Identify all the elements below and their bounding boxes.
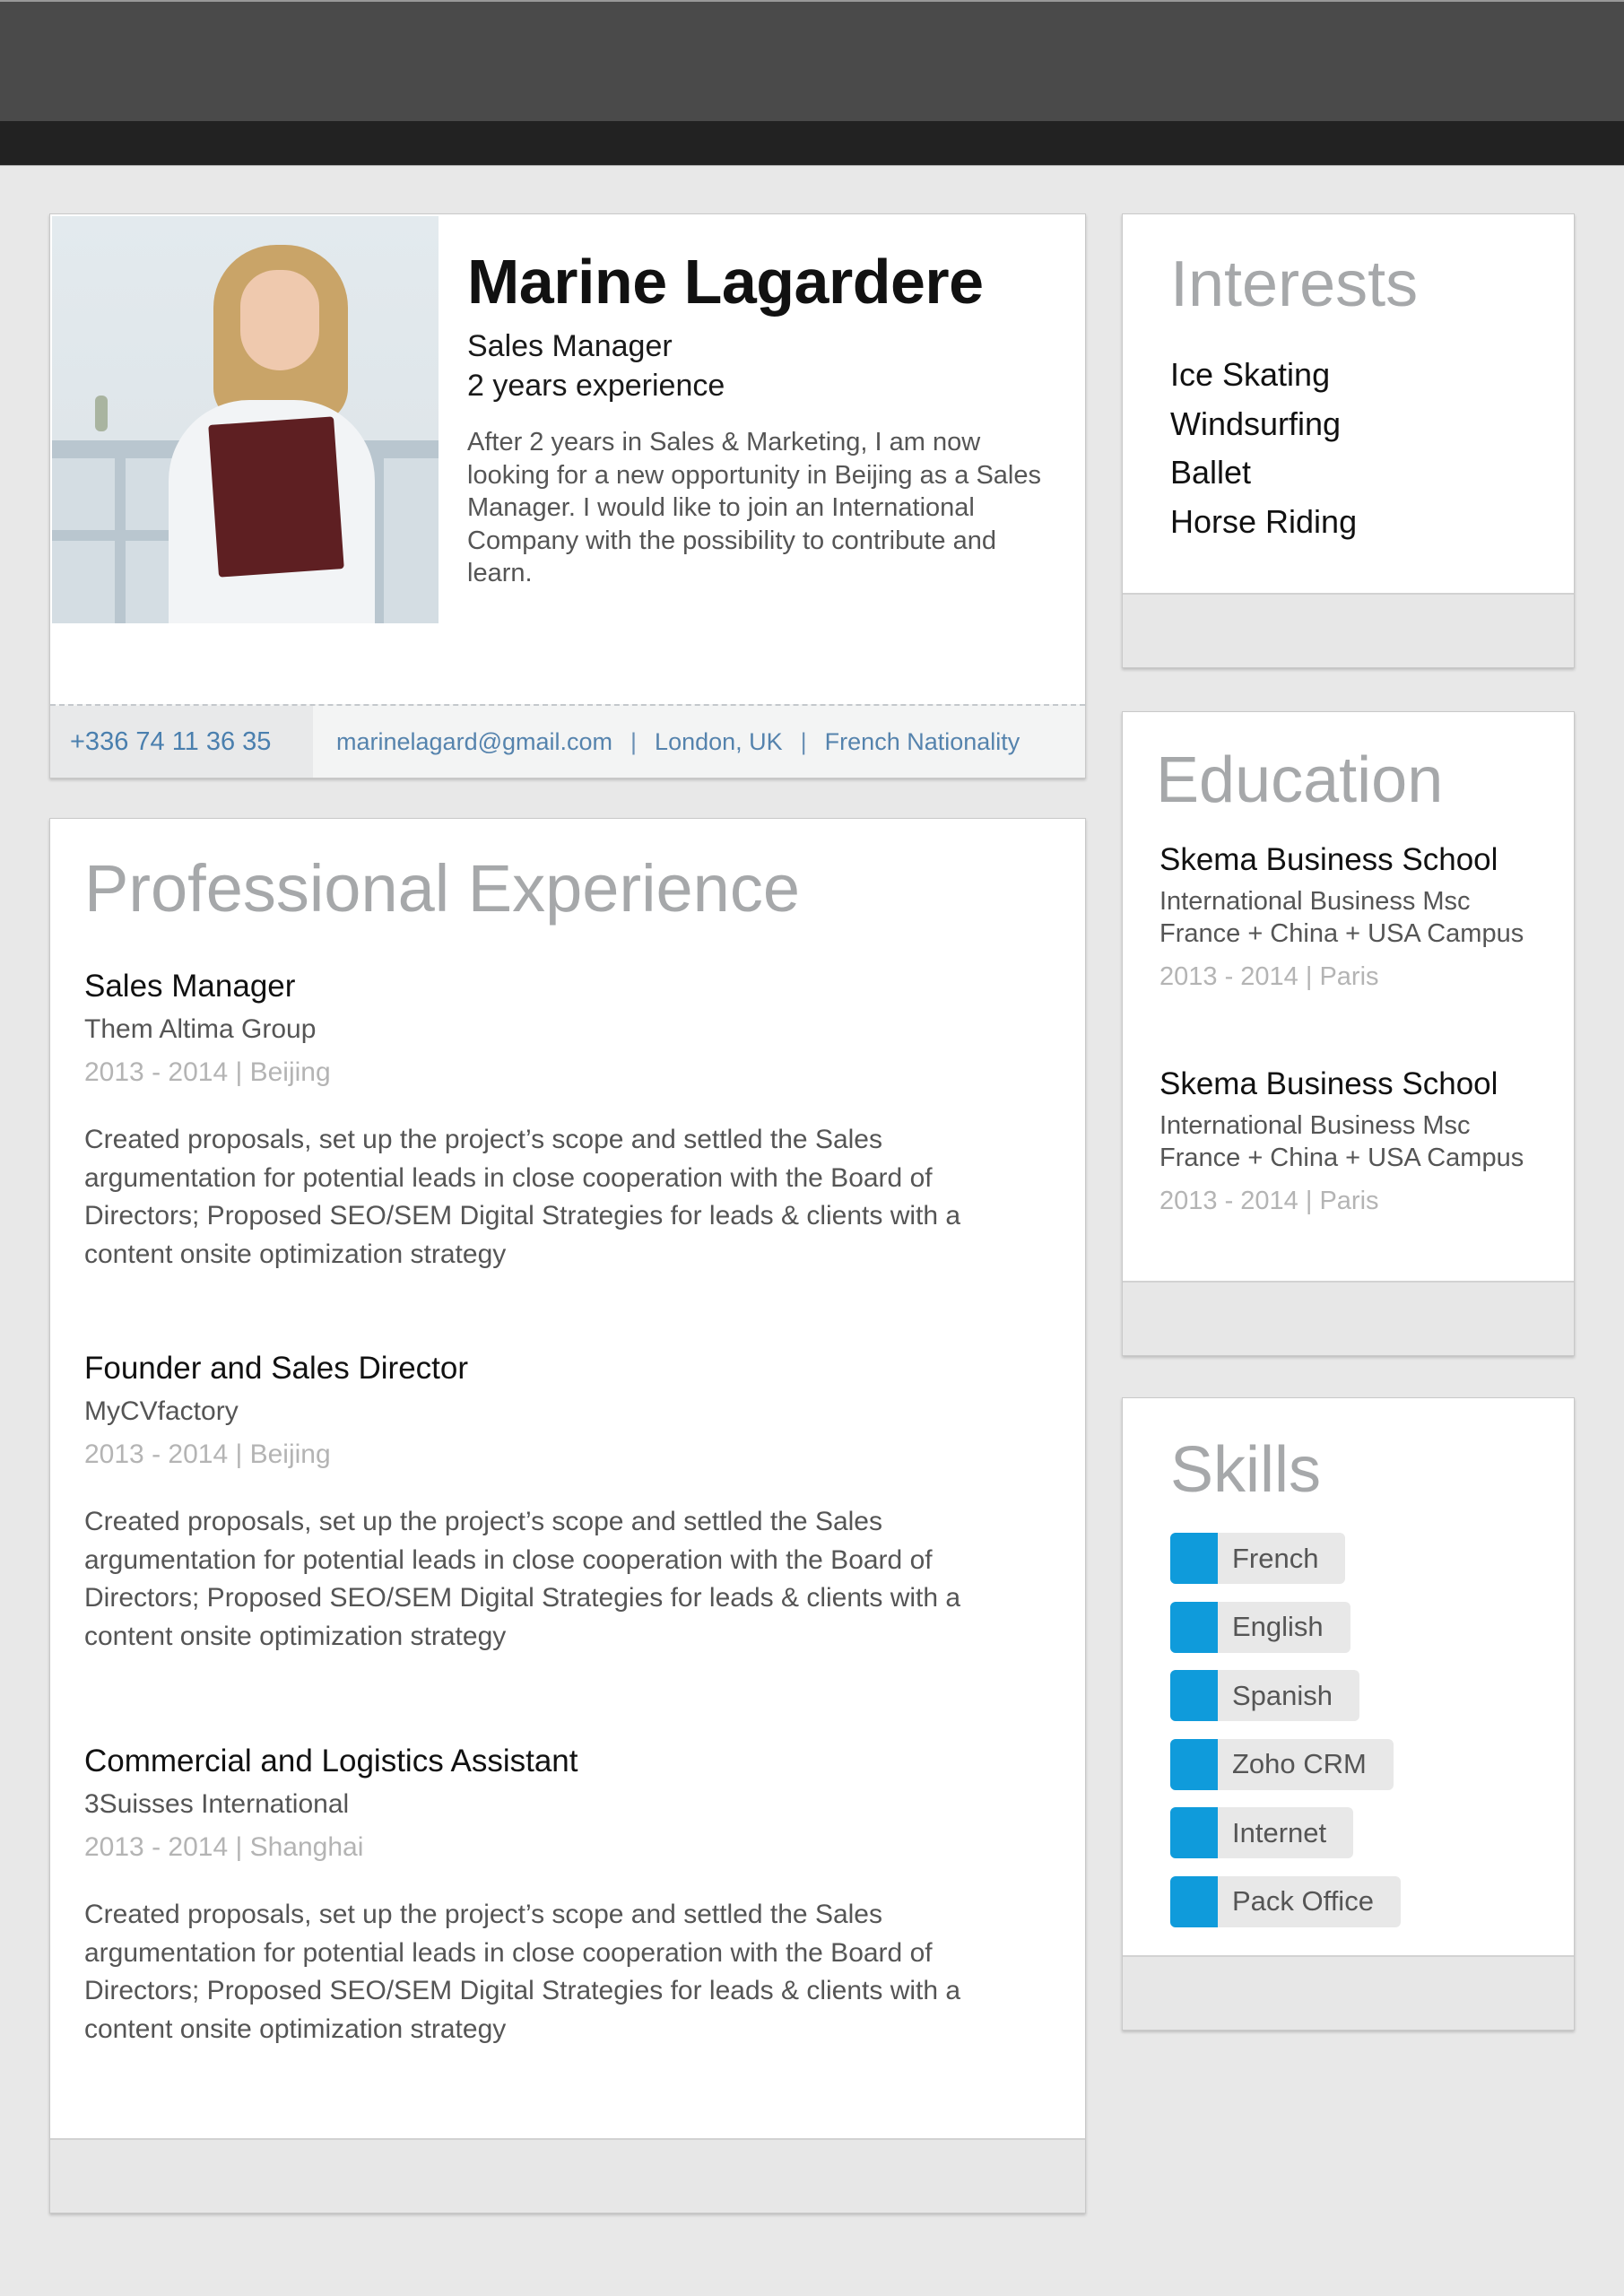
skill-tag: Spanish — [1170, 1670, 1360, 1721]
education-dates: 2013 - 2014 | Paris — [1159, 1187, 1379, 1215]
skill-accent-bar — [1170, 1807, 1218, 1858]
skills-heading: Skills — [1170, 1434, 1322, 1506]
skill-accent-bar — [1170, 1533, 1218, 1584]
skill-label: French — [1232, 1542, 1319, 1574]
interest-item: Windsurfing — [1170, 404, 1342, 442]
experience-heading: Professional Experience — [84, 851, 800, 926]
photo-plant — [95, 396, 108, 431]
skill-label: Zoho CRM — [1232, 1748, 1367, 1779]
top-banner — [0, 0, 1624, 166]
contact-separator: | — [800, 727, 807, 755]
skill-label: Pack Office — [1232, 1885, 1374, 1917]
experience-card: Professional Experience Sales Manager Th… — [49, 818, 1086, 2213]
contact-email[interactable]: marinelagard@gmail.com — [336, 728, 612, 756]
skill-label: English — [1232, 1611, 1324, 1642]
skill-tag: French — [1170, 1533, 1346, 1584]
profile-role-block: Sales Manager 2 years experience — [467, 326, 725, 405]
job-dates: 2013 - 2014 | Shanghai — [84, 1832, 364, 1862]
job-entry: Commercial and Logistics Assistant 3Suis… — [84, 1742, 1035, 2048]
job-dates: 2013 - 2014 | Beijing — [84, 1439, 331, 1469]
education-degree-line: International Business Msc — [1159, 1111, 1471, 1140]
job-title: Founder and Sales Director — [84, 1351, 468, 1386]
education-dates: 2013 - 2014 | Paris — [1159, 962, 1379, 991]
interests-card: Interests Ice Skating Windsurfing Ballet… — [1122, 213, 1575, 668]
skill-accent-bar — [1170, 1875, 1218, 1927]
skills-card-footer — [1123, 1955, 1574, 2030]
interest-item: Ice Skating — [1170, 356, 1331, 393]
top-banner-upper — [0, 2, 1624, 121]
profile-photo — [52, 216, 439, 623]
education-school: Skema Business School — [1159, 842, 1498, 877]
profile-title: Sales Manager — [467, 329, 673, 363]
photo-folder — [208, 416, 344, 578]
interest-item: Ballet — [1170, 454, 1252, 491]
skills-list: French English Spanish Zoho CRM Internet… — [1170, 1533, 1401, 1944]
job-company: MyCVfactory — [84, 1396, 239, 1426]
contact-info: marinelagard@gmail.com | London, UK | Fr… — [313, 728, 1020, 756]
top-banner-lower — [0, 121, 1624, 166]
job-title: Commercial and Logistics Assistant — [84, 1744, 578, 1779]
skill-label: Internet — [1232, 1816, 1327, 1848]
job-company: Them Altima Group — [84, 1014, 317, 1044]
education-entry: Skema Business School International Busi… — [1159, 840, 1524, 993]
job-description: Created proposals, set up the project’s … — [84, 1507, 961, 1651]
interests-list: Ice Skating Windsurfing Ballet Horse Rid… — [1170, 351, 1357, 546]
interests-heading: Interests — [1170, 248, 1419, 320]
interest-item: Horse Riding — [1170, 502, 1358, 540]
skill-accent-bar — [1170, 1670, 1218, 1721]
contact-separator: | — [630, 727, 638, 755]
education-card-footer — [1123, 1281, 1574, 1355]
education-school: Skema Business School — [1159, 1066, 1498, 1101]
job-dates: 2013 - 2014 | Beijing — [84, 1057, 331, 1087]
job-entry: Founder and Sales Director MyCVfactory 2… — [84, 1349, 1035, 1656]
education-card: Education Skema Business School Internat… — [1122, 711, 1575, 1356]
education-degree: International Business Msc France + Chin… — [1159, 1109, 1524, 1174]
profile-experience: 2 years experience — [467, 369, 725, 403]
skill-tag: English — [1170, 1601, 1350, 1653]
education-heading: Education — [1156, 744, 1444, 816]
skill-tag: Internet — [1170, 1807, 1354, 1858]
education-campus-line: France + China + USA Campus — [1159, 919, 1524, 948]
photo-face — [240, 270, 319, 370]
contact-nationality: French Nationality — [824, 727, 1020, 755]
skill-tag: Pack Office — [1170, 1875, 1401, 1927]
contact-phone[interactable]: +336 74 11 36 35 — [50, 706, 313, 778]
profile-card: Marine Lagardere Sales Manager 2 years e… — [49, 213, 1086, 778]
education-degree-line: International Business Msc — [1159, 887, 1471, 916]
skill-label: Spanish — [1232, 1679, 1333, 1711]
skill-accent-bar — [1170, 1738, 1218, 1790]
skills-card: Skills French English Spanish Zoho CRM I… — [1122, 1397, 1575, 2031]
job-title: Sales Manager — [84, 969, 296, 1004]
skill-tag: Zoho CRM — [1170, 1738, 1394, 1790]
interests-card-footer — [1123, 593, 1574, 667]
skill-accent-bar — [1170, 1601, 1218, 1653]
job-description: Created proposals, set up the project’s … — [84, 1900, 961, 2044]
profile-name: Marine Lagardere — [467, 247, 984, 317]
education-entry: Skema Business School International Busi… — [1159, 1065, 1524, 1217]
education-degree: International Business Msc France + Chin… — [1159, 885, 1524, 950]
contact-location: London, UK — [655, 727, 783, 755]
job-description: Created proposals, set up the project’s … — [84, 1125, 961, 1269]
education-campus-line: France + China + USA Campus — [1159, 1144, 1524, 1172]
job-company: 3Suisses International — [84, 1789, 350, 1819]
contact-bar: +336 74 11 36 35 marinelagard@gmail.com … — [50, 704, 1085, 778]
job-entry: Sales Manager Them Altima Group 2013 - 2… — [84, 967, 1035, 1274]
experience-card-footer — [50, 2138, 1085, 2213]
profile-summary: After 2 years in Sales & Marketing, I am… — [467, 428, 1041, 587]
